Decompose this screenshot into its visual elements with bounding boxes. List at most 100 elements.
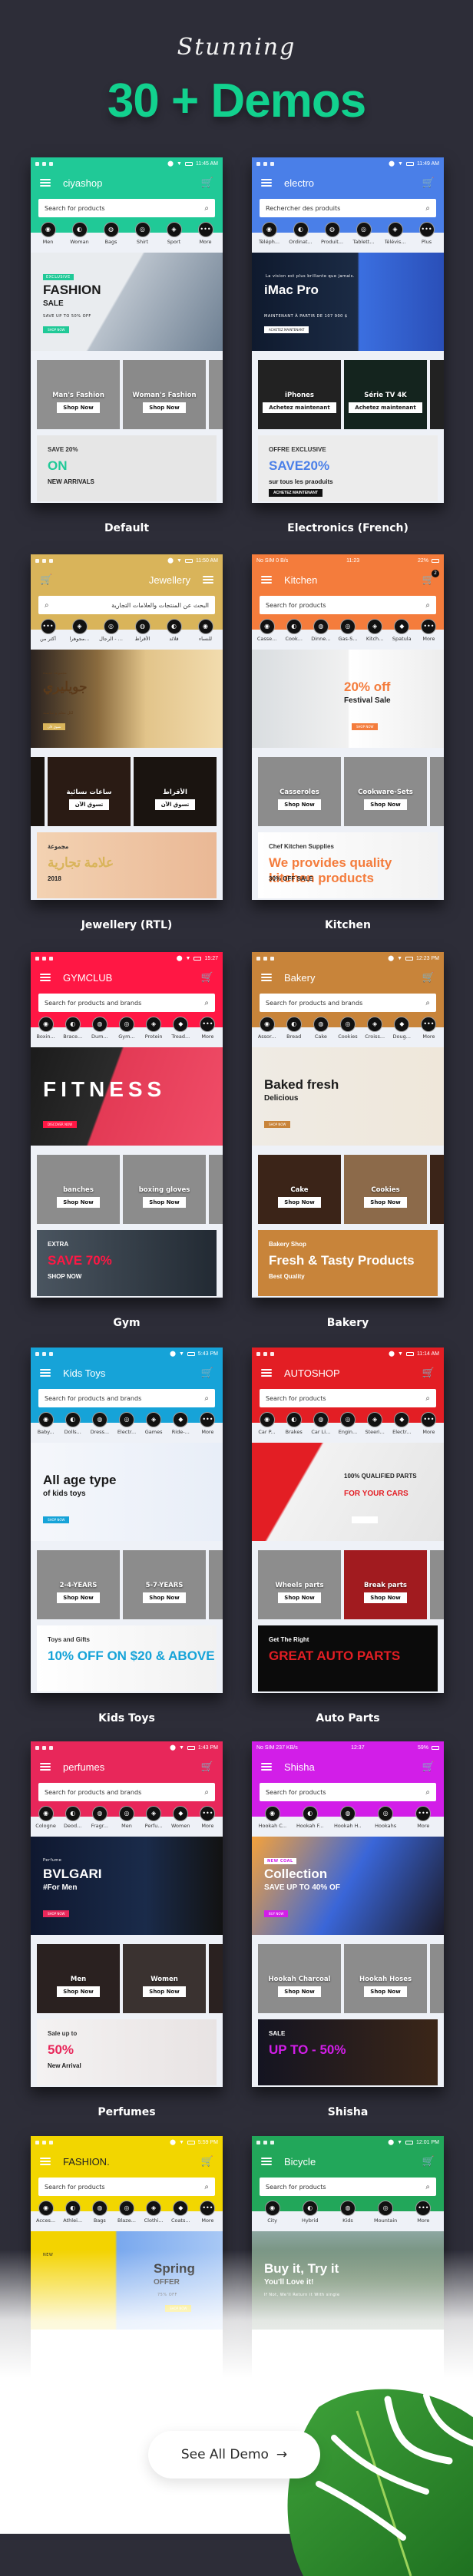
category-tile[interactable]: Série TV 4K Achetez maintenant xyxy=(344,360,427,429)
category-item[interactable]: ◈ Games xyxy=(141,1412,167,1435)
shop-now-button[interactable]: Shop Now xyxy=(143,1592,186,1603)
category-item[interactable]: ••• More xyxy=(415,1412,442,1435)
cart-icon[interactable]: 🛒 xyxy=(422,177,435,189)
shop-now-button[interactable]: تسوق الآن xyxy=(68,799,110,810)
category-item[interactable]: ◐ Cook... xyxy=(281,619,307,642)
phone-screenshot[interactable]: ⬤ ▼ 12:23 PM Bakery 🛒 Search for products a… xyxy=(252,952,444,1298)
hero-banner[interactable]: 100% QUALIFIED PARTS FOR YOUR CARS SHOP … xyxy=(252,1443,444,1541)
category-tile[interactable]: Man's Fashion Shop Now xyxy=(37,360,120,429)
shop-now-button[interactable]: Shop Now xyxy=(57,1197,100,1208)
promo-banner[interactable]: Toys and Gifts 10% OFF ON $20 & ABOVE xyxy=(37,1625,217,1691)
category-item[interactable]: ◍ Car Li... xyxy=(308,1412,334,1435)
cart-icon[interactable]: 🛒 xyxy=(201,972,213,984)
category-tile-partial[interactable] xyxy=(430,1550,444,1619)
category-tile-partial[interactable] xyxy=(209,1944,223,2013)
category-item[interactable]: ◐ Ordinat... xyxy=(288,222,314,245)
category-item[interactable]: ◈ Télévis... xyxy=(382,222,408,245)
menu-icon[interactable] xyxy=(261,1369,272,1377)
cart-icon[interactable]: 🛒 xyxy=(422,1367,435,1379)
category-item[interactable]: ◐ Athlei... xyxy=(60,2201,86,2224)
shop-now-button[interactable]: Shop Now xyxy=(364,799,407,810)
category-item[interactable]: ◍ Bags xyxy=(98,222,124,245)
category-item[interactable]: ◉ Car P... xyxy=(254,1412,280,1435)
category-item[interactable]: ◍ Dum... xyxy=(87,1017,113,1040)
shop-now-button[interactable]: Shop Now xyxy=(278,1592,321,1603)
hero-banner[interactable]: Perfume BVLGARI #For Men SHOP NOW xyxy=(31,1837,223,1935)
banner-button[interactable]: DISCOVER NOW xyxy=(43,1121,78,1128)
see-all-demo-button[interactable]: See All Demo → xyxy=(148,2431,320,2478)
category-item[interactable]: ◐ Dolls... xyxy=(60,1412,86,1435)
category-item[interactable]: ◈ Steeri... xyxy=(362,1412,388,1435)
phone-screenshot[interactable]: No SIM 237 KB/s 12:37 59% Shisha 🛒 Search f… xyxy=(252,1741,444,2087)
brand-logo[interactable]: electro xyxy=(284,177,422,189)
shop-now-button[interactable]: Achetez maintenant xyxy=(349,402,422,413)
search-input[interactable]: Search for products and brands ⌕ xyxy=(38,994,215,1012)
category-item[interactable]: ◎ Engin... xyxy=(335,1412,361,1435)
brand-logo[interactable]: GYMCLUB xyxy=(63,972,201,984)
cart-icon[interactable]: 🛒 xyxy=(422,1761,435,1773)
banner-button[interactable]: SHOP NOW xyxy=(43,326,70,333)
category-item[interactable]: ◆ Tread... xyxy=(167,1017,194,1040)
category-tile[interactable]: Cookies Shop Now xyxy=(344,1155,427,1224)
category-tile[interactable]: iPhones Achetez maintenant xyxy=(258,360,341,429)
category-item[interactable]: ◆ Spatula xyxy=(389,619,415,642)
shop-now-button[interactable]: Shop Now xyxy=(278,1197,321,1208)
category-item[interactable]: ◍ Kids xyxy=(335,2201,361,2224)
menu-icon[interactable] xyxy=(40,1369,51,1377)
promo-banner[interactable]: Chef Kitchen Supplies We provides qualit… xyxy=(258,832,438,898)
brand-logo[interactable]: FASHION. xyxy=(63,2156,201,2168)
category-item[interactable]: ◍ Cake xyxy=(308,1017,334,1040)
hero-banner[interactable]: All age type of kids toys SHOP NOW xyxy=(31,1443,223,1541)
brand-logo[interactable]: Shisha xyxy=(284,1761,422,1773)
shop-now-button[interactable]: Shop Now xyxy=(278,1986,321,1997)
phone-screenshot[interactable]: ⬤ ▼ 15:27 GYMCLUB 🛒 Search for products and… xyxy=(31,952,223,1298)
search-icon[interactable]: ⌕ xyxy=(45,601,49,610)
category-item[interactable]: ◉ Men xyxy=(35,222,61,245)
search-input[interactable]: Search for products and brands ⌕ xyxy=(260,994,436,1012)
category-item[interactable]: ◈ مجوهرا... xyxy=(67,619,93,642)
category-tile[interactable]: Woman's Fashion Shop Now xyxy=(123,360,206,429)
promo-banner[interactable]: مجموعة علامة تجارية 2018 xyxy=(37,832,217,898)
search-icon[interactable]: ⌕ xyxy=(425,204,430,213)
search-icon[interactable]: ⌕ xyxy=(204,204,209,213)
category-item[interactable]: ◈ Clothi... xyxy=(141,2201,167,2224)
search-input[interactable]: Search for products ⌕ xyxy=(38,199,215,217)
menu-icon[interactable] xyxy=(261,974,272,981)
brand-logo[interactable]: AUTOSHOP xyxy=(284,1367,422,1379)
phone-screenshot[interactable]: ⬤ ▼ 5:43 PM Kids Toys 🛒 Search for products… xyxy=(31,1348,223,1693)
category-tile[interactable]: Hookah Charcoal Shop Now xyxy=(258,1944,341,2013)
category-item[interactable]: ◐ Bread xyxy=(281,1017,307,1040)
category-item[interactable]: ◎ Gas-S... xyxy=(335,619,361,642)
hero-banner[interactable]: NEW COAL Collection SAVE UP TO 40% OF BU… xyxy=(252,1837,444,1935)
cart-icon[interactable]: 🛒 xyxy=(422,972,435,984)
category-item[interactable]: ◐ Brace... xyxy=(60,1017,86,1040)
category-tile[interactable]: 2-4-YEARS Shop Now xyxy=(37,1550,120,1619)
banner-button[interactable]: SHOP NOW xyxy=(352,723,379,730)
shop-now-button[interactable]: Shop Now xyxy=(57,1592,100,1603)
category-item[interactable]: ◐ قلائد xyxy=(161,619,187,642)
category-item[interactable]: ••• More xyxy=(194,1017,220,1040)
search-icon[interactable]: ⌕ xyxy=(425,601,430,610)
shop-now-button[interactable]: Shop Now xyxy=(364,1986,407,1997)
category-item[interactable]: ◍ Produit... xyxy=(319,222,346,245)
promo-banner[interactable]: Get The Right GREAT AUTO PARTS xyxy=(258,1625,438,1691)
shop-now-button[interactable]: Shop Now xyxy=(57,1986,100,1997)
search-icon[interactable]: ⌕ xyxy=(204,999,209,1007)
category-tile-partial[interactable] xyxy=(209,1550,223,1619)
banner-button[interactable]: SHOP NOW xyxy=(43,1910,70,1917)
category-item[interactable]: ◐ Woman xyxy=(67,222,93,245)
category-item[interactable]: ◈ Sport xyxy=(161,222,187,245)
menu-icon[interactable] xyxy=(261,576,272,584)
hero-banner[interactable]: Baked fresh Delicious SHOP NOW xyxy=(252,1047,444,1146)
category-item[interactable]: ••• More xyxy=(193,222,219,245)
category-item[interactable]: ◉ Hookah C... xyxy=(259,1806,286,1829)
category-item[interactable]: ◎ الرجال - ... xyxy=(98,619,124,642)
category-tile[interactable]: Cake Shop Now xyxy=(258,1155,341,1224)
promo-button[interactable]: ACHETEZ MAINTENANT xyxy=(269,489,323,497)
search-input[interactable]: Search for products ⌕ xyxy=(260,1389,436,1407)
category-item[interactable]: ••• More xyxy=(410,1806,436,1829)
category-item[interactable]: ◈ Croiss... xyxy=(362,1017,388,1040)
hero-banner[interactable]: La vision est plus brillante que jamais.… xyxy=(252,253,444,351)
cart-icon[interactable]: 🛒 xyxy=(40,574,52,586)
category-tile[interactable]: Cookware-Sets Shop Now xyxy=(344,757,427,826)
